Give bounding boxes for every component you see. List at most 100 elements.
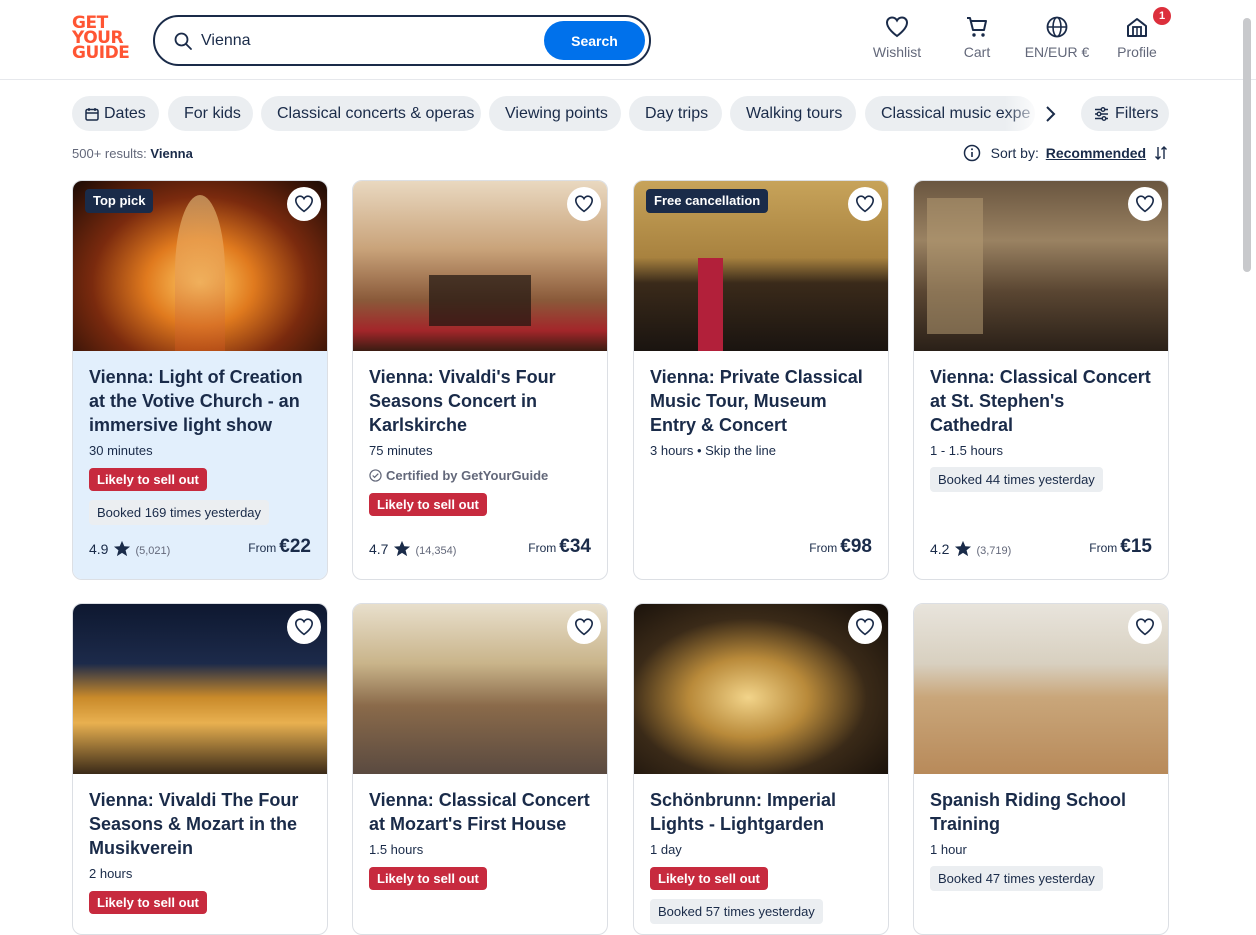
likely-sell-out-badge: Likely to sell out	[369, 493, 487, 516]
booked-badge: Booked 57 times yesterday	[650, 899, 823, 924]
chip-classical-concerts[interactable]: Classical concerts & operas	[261, 96, 481, 131]
activity-image: Top pick	[73, 181, 327, 351]
activity-duration: 1 hour	[930, 842, 967, 857]
star-icon	[114, 540, 131, 557]
activity-image	[353, 604, 607, 774]
category-chips: Dates For kids Classical concerts & oper…	[72, 96, 1169, 132]
activity-card-private-classical-tour[interactable]: Free cancellation Vienna: Private Classi…	[633, 180, 889, 580]
wishlist-nav[interactable]: Wishlist	[872, 16, 922, 66]
activity-image	[914, 181, 1168, 351]
cart-icon	[967, 17, 987, 37]
wishlist-heart-button[interactable]	[567, 610, 601, 644]
search-bar: Search	[153, 15, 651, 66]
price: From €22	[248, 536, 311, 557]
activity-title: Vienna: Private Classical Music Tour, Mu…	[650, 367, 863, 435]
wishlist-heart-button[interactable]	[848, 610, 882, 644]
wishlist-heart-button[interactable]	[848, 187, 882, 221]
activity-title: Vienna: Classical Concert at St. Stephen…	[930, 367, 1151, 435]
top-pick-tag: Top pick	[85, 189, 154, 213]
activity-card-imperial-lights[interactable]: Schönbrunn: Imperial Lights - Lightgarde…	[633, 603, 889, 935]
globe-icon	[1046, 16, 1068, 38]
getyourguide-logo[interactable]: GET YOUR GUIDE	[72, 15, 132, 64]
activity-duration: 1 day	[650, 842, 682, 857]
price: From €34	[528, 536, 591, 557]
activity-card-spanish-riding-school[interactable]: Spanish Riding School Training 1 hour Bo…	[913, 603, 1169, 935]
chip-day-trips[interactable]: Day trips	[629, 96, 722, 131]
booked-badge: Booked 169 times yesterday	[89, 500, 270, 525]
top-header: GET YOUR GUIDE Search Wishlist Cart EN/E…	[0, 0, 1256, 80]
activity-title: Vienna: Light of Creation at the Votive …	[89, 367, 303, 435]
notification-badge: 1	[1153, 7, 1171, 25]
rating: 4.9 (5,021)	[89, 540, 171, 557]
filter-sliders-icon	[1095, 107, 1108, 121]
activity-duration: 30 minutes	[89, 443, 153, 458]
sort-control[interactable]: Sort by: Recommended	[963, 144, 1168, 164]
likely-sell-out-badge: Likely to sell out	[369, 867, 487, 890]
activity-duration: 75 minutes	[369, 443, 433, 458]
heart-icon	[574, 195, 594, 213]
search-icon	[174, 32, 192, 50]
activity-image: Free cancellation	[634, 181, 888, 351]
activity-title: Schönbrunn: Imperial Lights - Lightgarde…	[650, 790, 837, 834]
activity-card-st-stephens[interactable]: Vienna: Classical Concert at St. Stephen…	[913, 180, 1169, 580]
sort-value[interactable]: Recommended	[1046, 145, 1146, 161]
chip-dates[interactable]: Dates	[72, 96, 159, 131]
booked-badge: Booked 44 times yesterday	[930, 467, 1103, 492]
profile-icon	[1127, 18, 1147, 37]
rating: 4.7 (14,354)	[369, 540, 457, 557]
wishlist-heart-button[interactable]	[567, 187, 601, 221]
certified-check-icon	[369, 469, 382, 482]
chip-for-kids[interactable]: For kids	[168, 96, 253, 131]
wishlist-heart-button[interactable]	[1128, 187, 1162, 221]
sort-arrows-icon	[1155, 146, 1167, 160]
wishlist-heart-button[interactable]	[287, 187, 321, 221]
card-body: Schönbrunn: Imperial Lights - Lightgarde…	[634, 774, 888, 934]
heart-icon	[1135, 195, 1155, 213]
calendar-icon	[85, 108, 99, 121]
heart-icon	[855, 618, 875, 636]
chip-viewing-points[interactable]: Viewing points	[489, 96, 621, 131]
free-cancellation-tag: Free cancellation	[646, 189, 769, 213]
activity-image	[914, 604, 1168, 774]
filters-button[interactable]: Filters	[1081, 96, 1169, 131]
likely-sell-out-badge: Likely to sell out	[89, 468, 207, 491]
heart-icon	[574, 618, 594, 636]
card-body: Vienna: Classical Concert at St. Stephen…	[914, 351, 1168, 579]
activity-duration: 2 hours	[89, 866, 133, 881]
heart-icon	[855, 195, 875, 213]
heart-icon	[1135, 618, 1155, 636]
card-body: Spanish Riding School Training 1 hour Bo…	[914, 774, 1168, 934]
scrollbar-thumb[interactable]	[1243, 18, 1251, 272]
activity-duration: 1.5 hours	[369, 842, 424, 857]
activity-card-musikverein[interactable]: Vienna: Vivaldi The Four Seasons & Mozar…	[72, 603, 328, 935]
activity-card-mozart-house[interactable]: Vienna: Classical Concert at Mozart's Fi…	[352, 603, 608, 935]
activity-image	[353, 181, 607, 351]
chip-walking-tours[interactable]: Walking tours	[730, 96, 856, 131]
certified-label: Certified by GetYourGuide	[369, 468, 591, 483]
likely-sell-out-badge: Likely to sell out	[650, 867, 768, 890]
rating: 4.2 (3,719)	[930, 540, 1012, 557]
activity-image	[73, 604, 327, 774]
card-body: Vienna: Light of Creation at the Votive …	[73, 351, 327, 579]
wishlist-heart-button[interactable]	[287, 610, 321, 644]
activity-duration: 1 - 1.5 hours	[930, 443, 1003, 458]
language-currency-nav[interactable]: EN/EUR €	[1022, 16, 1092, 66]
activity-card-light-of-creation[interactable]: Top pick Vienna: Light of Creation at th…	[72, 180, 328, 580]
activity-title: Vienna: Classical Concert at Mozart's Fi…	[369, 790, 590, 834]
card-body: Vienna: Vivaldi The Four Seasons & Mozar…	[73, 774, 327, 934]
activity-card-vivaldi-karlskirche[interactable]: Vienna: Vivaldi's Four Seasons Concert i…	[352, 180, 608, 580]
wishlist-heart-button[interactable]	[1128, 610, 1162, 644]
chevron-right-icon[interactable]	[1040, 104, 1060, 124]
results-count: 500+ results: Vienna	[72, 146, 193, 161]
search-button[interactable]: Search	[544, 21, 645, 60]
price: From €15	[1089, 536, 1152, 557]
star-icon	[955, 540, 972, 557]
search-input[interactable]	[201, 27, 531, 55]
card-body: Vienna: Vivaldi's Four Seasons Concert i…	[353, 351, 607, 579]
likely-sell-out-badge: Likely to sell out	[89, 891, 207, 914]
cart-nav[interactable]: Cart	[957, 16, 997, 66]
star-icon	[394, 540, 411, 557]
activity-title: Spanish Riding School Training	[930, 790, 1127, 834]
activity-duration: 3 hours • Skip the line	[650, 443, 776, 458]
profile-nav[interactable]: Profile 1	[1116, 7, 1171, 66]
